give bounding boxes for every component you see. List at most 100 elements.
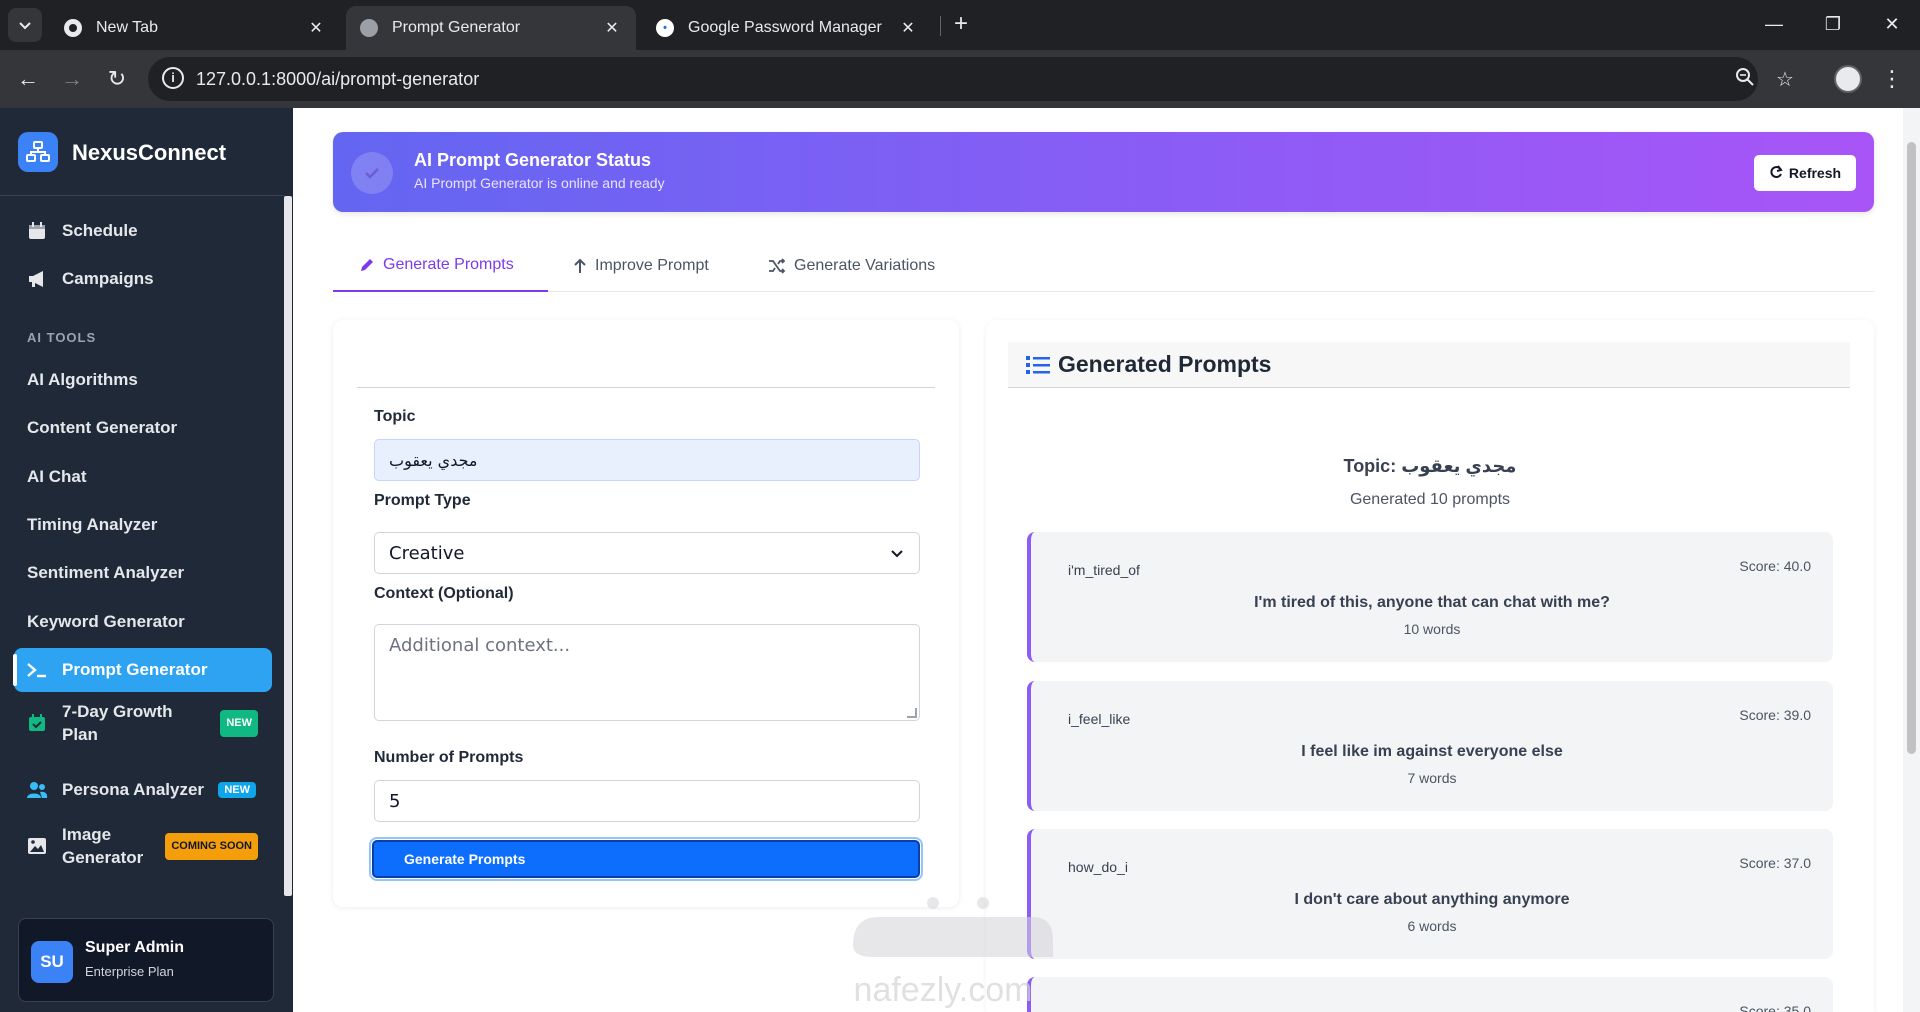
prompt-text: I'm tired of this, anyone that can chat … [1254, 594, 1610, 611]
sidebar-item-ai-chat[interactable]: AI Chat [14, 455, 272, 499]
forward-button[interactable]: → [56, 63, 88, 95]
shuffle-icon [768, 258, 786, 274]
results-header: Generated Prompts [1008, 342, 1850, 388]
sidebar-item-label: 7-Day Growth Plan [62, 702, 173, 744]
prompt-card[interactable]: i'm_tired_of Score: 40.0 I'm tired of th… [1027, 532, 1833, 662]
image-icon [26, 835, 48, 857]
sidebar-item-keyword-generator[interactable]: Keyword Generator [14, 600, 272, 644]
sidebar-item-campaigns[interactable]: Campaigns [14, 257, 272, 301]
prompt-text: I feel like im against everyone else [1301, 743, 1563, 760]
refresh-icon [1769, 164, 1783, 182]
context-textarea[interactable]: Additional context... [374, 624, 920, 721]
prompt-score: Score: 39.0 [1739, 707, 1811, 723]
close-icon[interactable]: ✕ [602, 18, 622, 38]
browser-toolbar: ← → ↻ i 127.0.0.1:8000/ai/prompt-generat… [0, 50, 1920, 108]
sidebar-item-timing-analyzer[interactable]: Timing Analyzer [14, 503, 272, 547]
generate-prompts-button[interactable]: Generate Prompts [369, 837, 923, 881]
sidebar-item-image-generator[interactable]: Image Generator COMING SOON [14, 819, 272, 873]
results-count: Generated 10 prompts [1349, 491, 1511, 508]
main-scrollbar[interactable] [1903, 108, 1920, 1012]
refresh-button[interactable]: Refresh [1754, 155, 1856, 191]
new-tab-button[interactable]: + [948, 10, 974, 40]
prompt-card[interactable]: Score: 35.0 [1027, 977, 1833, 1012]
url-text[interactable]: 127.0.0.1:8000/ai/prompt-generator [196, 69, 479, 90]
sidebar-item-label: Prompt Generator [62, 660, 208, 679]
sidebar-item-label: Schedule [62, 221, 138, 240]
calendar-icon [26, 220, 48, 242]
generate-form-card: Topic مجدي يعقوب Prompt Type Creative Co… [333, 320, 959, 907]
tab-generate-variations[interactable]: Generate Variations [768, 240, 935, 292]
tab-label: Improve Prompt [595, 257, 709, 274]
sidebar-item-schedule[interactable]: Schedule [14, 209, 272, 253]
user-card[interactable]: SU Super Admin Enterprise Plan [18, 918, 274, 1002]
sidebar-item-content-generator[interactable]: Content Generator [14, 406, 272, 450]
browser-tab-new-tab[interactable]: New Tab ✕ [50, 6, 340, 50]
results-title: Generated Prompts [1058, 351, 1272, 377]
close-icon[interactable]: ✕ [306, 18, 326, 38]
sidebar-item-persona-analyzer[interactable]: Persona Analyzer NEW [14, 768, 272, 812]
browser-tab-label: Prompt Generator [392, 19, 521, 36]
network-logo-icon [18, 132, 58, 172]
sidebar-scrollbar[interactable] [284, 196, 292, 896]
sidebar-item-label: Persona Analyzer [62, 780, 205, 799]
context-label: Context (Optional) [374, 585, 514, 602]
close-window-button[interactable]: ✕ [1872, 8, 1912, 40]
sidebar-item-label: AI Algorithms [27, 370, 138, 389]
topic-input[interactable]: مجدي يعقوب [374, 439, 920, 481]
scrollbar-thumb[interactable] [1907, 142, 1916, 754]
minimize-button[interactable]: — [1754, 8, 1794, 40]
sidebar-item-label: Sentiment Analyzer [27, 563, 185, 582]
prompt-card[interactable]: how_do_i Score: 37.0 I don't care about … [1027, 829, 1833, 959]
avatar: SU [31, 941, 73, 983]
status-title: AI Prompt Generator Status [414, 150, 652, 170]
prompt-word-count: 7 words [1407, 770, 1457, 786]
back-button[interactable]: ← [12, 63, 44, 95]
results-card: Generated Prompts Topic: مجدي يعقوب Gene… [986, 320, 1874, 1012]
refresh-label: Refresh [1788, 165, 1842, 181]
status-subtitle: AI Prompt Generator is online and ready [414, 175, 665, 191]
prompt-card[interactable]: i_feel_like Score: 39.0 I feel like im a… [1027, 681, 1833, 811]
user-name: Super Admin [85, 939, 184, 956]
tab-improve-prompt[interactable]: Improve Prompt [573, 240, 709, 292]
sidebar-item-prompt-generator[interactable]: Prompt Generator [13, 648, 272, 692]
check-circle-icon [351, 152, 393, 194]
restore-button[interactable]: ❐ [1813, 8, 1853, 40]
tab-search-button[interactable] [8, 8, 42, 42]
prompt-text: I don't care about anything anymore [1294, 891, 1570, 908]
address-bar[interactable]: i 127.0.0.1:8000/ai/prompt-generator ☆ [148, 57, 1794, 101]
tab-bar: Generate Prompts Improve Prompt Generate… [333, 240, 1874, 292]
new-badge: NEW [218, 782, 256, 798]
brand-name: NexusConnect [72, 140, 227, 165]
arrow-up-icon [573, 258, 587, 274]
bookmark-star-icon[interactable]: ☆ [1772, 67, 1798, 93]
list-icon [1026, 355, 1050, 375]
browser-menu-icon[interactable]: ⋮ [1880, 63, 1904, 95]
sidebar-item-7-day-growth-plan[interactable]: 7-Day Growth Plan NEW [14, 696, 272, 750]
sidebar-item-label: AI Chat [27, 467, 87, 486]
prompt-type-select[interactable]: Creative [374, 532, 920, 574]
profile-avatar[interactable] [1834, 65, 1862, 93]
prompt-type-value: Creative [389, 542, 465, 564]
browser-tab-password-manager[interactable]: • Google Password Manager ✕ [642, 6, 932, 50]
reload-button[interactable]: ↻ [101, 63, 133, 95]
brand[interactable]: NexusConnect [0, 108, 284, 196]
zoom-icon[interactable] [1732, 67, 1758, 93]
chevron-down-icon [889, 545, 905, 566]
sidebar-item-ai-algorithms[interactable]: AI Algorithms [14, 358, 272, 402]
prompt-slug: i'm_tired_of [1068, 562, 1140, 578]
browser-tab-prompt-generator[interactable]: Prompt Generator ✕ [346, 6, 636, 50]
megaphone-icon [26, 268, 48, 290]
prompt-count-input[interactable]: 5 [374, 780, 920, 822]
new-badge: NEW [220, 709, 258, 737]
topic-label: Topic [374, 408, 416, 425]
site-info-icon[interactable]: i [162, 67, 184, 89]
tab-label: Generate Prompts [383, 256, 514, 273]
tab-generate-prompts[interactable]: Generate Prompts [333, 240, 548, 292]
status-banner: AI Prompt Generator Status AI Prompt Gen… [333, 132, 1874, 212]
sidebar-item-sentiment-analyzer[interactable]: Sentiment Analyzer [14, 551, 272, 595]
resize-handle-icon[interactable] [907, 708, 917, 718]
close-icon[interactable]: ✕ [898, 18, 918, 38]
count-label: Number of Prompts [374, 749, 524, 766]
sidebar-item-label: Campaigns [62, 269, 154, 288]
terminal-icon [26, 659, 48, 681]
